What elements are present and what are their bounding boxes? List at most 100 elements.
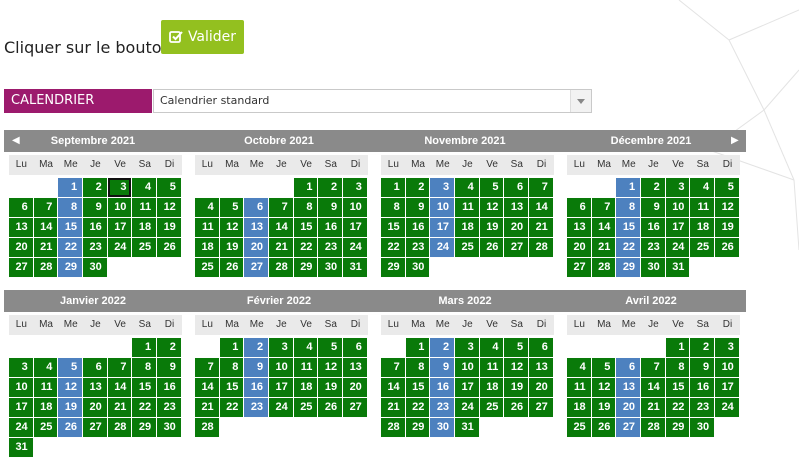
day-cell[interactable]: 4 [33,358,58,377]
day-cell[interactable]: 1 [132,338,157,357]
day-cell[interactable]: 2 [318,178,343,197]
day-cell[interactable]: 9 [157,358,181,377]
day-cell[interactable]: 15 [132,378,157,397]
day-cell[interactable]: 5 [479,178,504,197]
day-cell[interactable]: 21 [195,398,219,417]
day-cell[interactable]: 19 [715,218,739,237]
day-cell[interactable]: 30 [690,418,715,437]
day-cell[interactable]: 27 [343,398,367,417]
day-cell[interactable]: 18 [195,238,219,257]
day-cell[interactable]: 30 [405,258,430,277]
day-cell[interactable]: 28 [529,238,553,257]
day-cell[interactable]: 14 [33,218,58,237]
day-cell[interactable]: 13 [529,358,553,377]
day-cell[interactable]: 10 [665,198,690,217]
day-cell[interactable]: 2 [244,338,269,357]
day-cell[interactable]: 18 [455,218,479,237]
day-cell[interactable]: 3 [107,178,132,197]
day-cell[interactable]: 30 [430,418,455,437]
day-cell[interactable]: 25 [293,398,318,417]
day-cell[interactable]: 21 [269,238,293,257]
valider-button[interactable]: Valider [161,20,244,54]
day-cell[interactable]: 17 [715,378,739,397]
day-cell[interactable]: 22 [665,398,690,417]
day-cell[interactable]: 2 [690,338,715,357]
day-cell[interactable]: 24 [269,398,293,417]
day-cell[interactable]: 25 [195,258,219,277]
day-cell[interactable]: 22 [132,398,157,417]
day-cell[interactable]: 4 [567,358,591,377]
day-cell[interactable]: 3 [715,338,739,357]
day-cell[interactable]: 8 [132,358,157,377]
day-cell[interactable]: 15 [616,218,641,237]
day-cell[interactable]: 11 [479,358,504,377]
day-cell[interactable]: 15 [405,378,430,397]
day-cell[interactable]: 3 [343,178,367,197]
day-cell[interactable]: 16 [430,378,455,397]
day-cell[interactable]: 17 [107,218,132,237]
day-cell[interactable]: 21 [107,398,132,417]
day-cell[interactable]: 7 [107,358,132,377]
day-cell[interactable]: 18 [690,218,715,237]
day-cell[interactable]: 6 [83,358,107,377]
day-cell[interactable]: 13 [504,198,529,217]
day-cell[interactable]: 13 [343,358,367,377]
day-cell[interactable]: 23 [405,238,430,257]
day-cell[interactable]: 27 [616,418,641,437]
day-cell[interactable]: 14 [269,218,293,237]
day-cell[interactable]: 14 [195,378,219,397]
day-cell[interactable]: 16 [318,218,343,237]
day-cell[interactable]: 29 [381,258,405,277]
day-cell[interactable]: 31 [455,418,479,437]
day-cell[interactable]: 30 [641,258,665,277]
day-cell[interactable]: 9 [83,198,107,217]
day-cell[interactable]: 3 [455,338,479,357]
day-cell[interactable]: 6 [343,338,367,357]
day-cell[interactable]: 23 [430,398,455,417]
day-cell[interactable]: 10 [455,358,479,377]
day-cell[interactable]: 10 [430,198,455,217]
day-cell[interactable]: 7 [641,358,665,377]
day-cell[interactable]: 8 [616,198,641,217]
day-cell[interactable]: 15 [58,218,83,237]
day-cell[interactable]: 21 [381,398,405,417]
day-cell[interactable]: 6 [529,338,553,357]
day-cell[interactable]: 13 [9,218,33,237]
day-cell[interactable]: 9 [690,358,715,377]
day-cell[interactable]: 8 [665,358,690,377]
day-cell[interactable]: 8 [405,358,430,377]
day-cell[interactable]: 2 [83,178,107,197]
day-cell[interactable]: 21 [529,218,553,237]
day-cell[interactable]: 8 [293,198,318,217]
day-cell[interactable]: 11 [132,198,157,217]
day-cell[interactable]: 18 [293,378,318,397]
day-cell[interactable]: 31 [9,438,33,457]
day-cell[interactable]: 31 [665,258,690,277]
day-cell[interactable]: 26 [318,398,343,417]
day-cell[interactable]: 20 [244,238,269,257]
day-cell[interactable]: 14 [107,378,132,397]
day-cell[interactable]: 18 [479,378,504,397]
day-cell[interactable]: 26 [219,258,244,277]
day-cell[interactable]: 31 [343,258,367,277]
day-cell[interactable]: 24 [9,418,33,437]
day-cell[interactable]: 3 [9,358,33,377]
day-cell[interactable]: 17 [455,378,479,397]
day-cell[interactable]: 15 [665,378,690,397]
day-cell[interactable]: 19 [318,378,343,397]
day-cell[interactable]: 8 [58,198,83,217]
day-cell[interactable]: 7 [529,178,553,197]
day-cell[interactable]: 12 [504,358,529,377]
day-cell[interactable]: 2 [641,178,665,197]
day-cell[interactable]: 14 [641,378,665,397]
day-cell[interactable]: 8 [219,358,244,377]
day-cell[interactable]: 26 [504,398,529,417]
day-cell[interactable]: 21 [641,398,665,417]
day-cell[interactable]: 2 [405,178,430,197]
day-cell[interactable]: 23 [318,238,343,257]
day-cell[interactable]: 13 [567,218,591,237]
day-cell[interactable]: 15 [219,378,244,397]
day-cell[interactable]: 10 [269,358,293,377]
day-cell[interactable]: 3 [269,338,293,357]
day-cell[interactable]: 8 [381,198,405,217]
